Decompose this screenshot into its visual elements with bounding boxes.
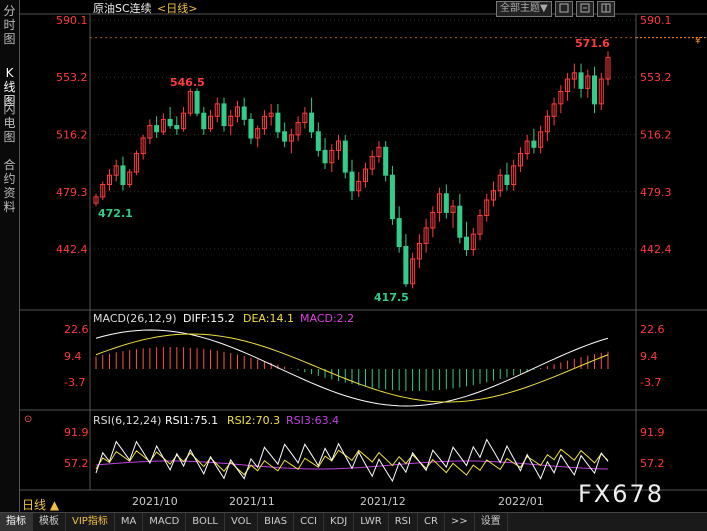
xaxis-label-3: 2022/01	[498, 495, 544, 508]
candle-body	[315, 131, 321, 151]
yaxis-right-tick-1: 553.2	[640, 71, 672, 84]
theme-select[interactable]: 全部主题▼	[496, 1, 552, 17]
tab-ma-3[interactable]: MA	[115, 513, 144, 531]
macd-label: MACD(26,12,9)	[93, 312, 177, 325]
yaxis-left-tick-3: 479.3	[56, 186, 88, 199]
candle-body	[309, 112, 315, 133]
macd-left-tick-0: 22.6	[64, 323, 89, 336]
zoom-in-button[interactable]	[575, 1, 594, 17]
macd-left-tick-1: 9.4	[64, 350, 82, 363]
yaxis-left-tick-4: 442.4	[56, 243, 88, 256]
candle-body	[349, 171, 355, 192]
candle-body	[241, 106, 247, 120]
macd-right-tick-2: -3.7	[640, 376, 661, 389]
last-price-marker: ¥	[695, 37, 701, 47]
candle-body	[194, 90, 200, 114]
candle-body	[120, 165, 126, 186]
annotation-peak-left: 546.5	[170, 76, 205, 89]
rsi-right-tick-0: 91.9	[640, 426, 665, 439]
candle-body	[504, 174, 510, 186]
candle-body	[396, 218, 402, 248]
tab--13[interactable]: >>	[445, 513, 475, 531]
theme-select-label: 全部主题	[500, 3, 540, 14]
chart-canvas[interactable]: 原油SC连续 <日线> 590.1 590.1 553.2 553.2 516.2 516.2…	[0, 0, 707, 512]
tab-cci-8[interactable]: CCI	[294, 513, 325, 531]
watermark-logo: FX678	[578, 480, 665, 508]
settings-button[interactable]	[596, 1, 615, 17]
yaxis-right-tick-2: 516.2	[640, 129, 672, 142]
candle-body	[275, 112, 281, 133]
rsi2-value: RSI2:70.3	[227, 414, 280, 427]
period-button[interactable]: 日线 ▲	[22, 496, 59, 513]
macd-right-tick-1: 9.4	[640, 350, 658, 363]
yaxis-left-tick-2: 516.2	[56, 129, 88, 142]
candle-body	[282, 131, 288, 142]
rsi-settings-icon: ⊙	[24, 414, 32, 425]
zoom-out-icon	[559, 3, 569, 13]
candle-body	[383, 146, 389, 176]
candle-body	[403, 246, 409, 285]
yaxis-left-tick-0: 590.1	[56, 14, 88, 27]
candle-body	[531, 140, 537, 148]
macd-value: MACD:2.2	[300, 312, 354, 325]
candle-body	[167, 118, 173, 127]
candle-body	[578, 72, 584, 89]
instrument-title: 原油SC连续	[93, 1, 152, 15]
candle-body	[592, 75, 598, 105]
tab-boll-5[interactable]: BOLL	[186, 513, 225, 531]
period-label: <日线>	[157, 1, 197, 15]
tab--0[interactable]: 指标	[0, 513, 33, 531]
tab-vip-2[interactable]: VIP指标	[66, 513, 115, 531]
candle-body	[464, 236, 470, 251]
chevron-down-icon: ▼	[540, 3, 548, 14]
tab-vol-6[interactable]: VOL	[225, 513, 259, 531]
annotation-low-start: 472.1	[98, 207, 133, 220]
rsi1-value: RSI1:75.1	[165, 414, 218, 427]
tab-cr-12[interactable]: CR	[418, 513, 445, 531]
macd-right-tick-0: 22.6	[640, 323, 665, 336]
candle-body	[248, 118, 254, 139]
annotation-low-mid: 417.5	[374, 291, 409, 304]
zoom-in-icon	[580, 3, 590, 13]
candle-body	[342, 140, 348, 173]
indicator-tabbar: 指标 模板 VIP指标 MA MACD BOLL VOL BIAS CCI KDJ LWR RSI CR…	[0, 512, 707, 531]
tab-bias-7[interactable]: BIAS	[258, 513, 295, 531]
rsi-label: RSI(6,12,24)	[93, 414, 161, 427]
rsi-right-tick-1: 57.2	[640, 457, 665, 470]
tab-rsi-11[interactable]: RSI	[389, 513, 418, 531]
xaxis-label-0: 2021/10	[132, 495, 178, 508]
macd-left-tick-2: -3.7	[64, 376, 85, 389]
tab--14[interactable]: 设置	[475, 513, 508, 531]
xaxis-label-2: 2021/12	[360, 495, 406, 508]
rsi3-value: RSI3:63.4	[286, 414, 339, 427]
layout-icon	[601, 3, 611, 13]
candle-body	[389, 174, 395, 220]
tab--1[interactable]: 模板	[33, 513, 66, 531]
candle-body	[201, 112, 207, 130]
macd-diff: DIFF:15.2	[183, 312, 235, 325]
yaxis-left-tick-1: 553.2	[56, 71, 88, 84]
tab-macd-4[interactable]: MACD	[143, 513, 187, 531]
candle-body	[174, 125, 180, 130]
annotation-high: 571.6	[575, 37, 610, 50]
yaxis-right-tick-3: 479.3	[640, 186, 672, 199]
rsi-left-tick-1: 57.2	[64, 457, 89, 470]
rsi-left-tick-0: 91.9	[64, 426, 89, 439]
tab-kdj-9[interactable]: KDJ	[324, 513, 355, 531]
zoom-out-button[interactable]	[554, 1, 573, 17]
candle-body	[322, 149, 328, 164]
macd-diff-line	[95, 329, 609, 407]
top-toolbar: 全部主题▼	[496, 1, 615, 17]
xaxis-label-1: 2021/11	[229, 495, 275, 508]
yaxis-right-tick-0: 590.1	[640, 14, 672, 27]
candle-body	[443, 193, 449, 213]
candle-body	[457, 205, 463, 238]
macd-dea-line	[95, 333, 609, 403]
candle-body	[221, 103, 227, 127]
macd-dea: DEA:14.1	[243, 312, 294, 325]
candle-body	[154, 125, 160, 133]
yaxis-right-tick-4: 442.4	[640, 243, 672, 256]
tab-lwr-10[interactable]: LWR	[354, 513, 389, 531]
